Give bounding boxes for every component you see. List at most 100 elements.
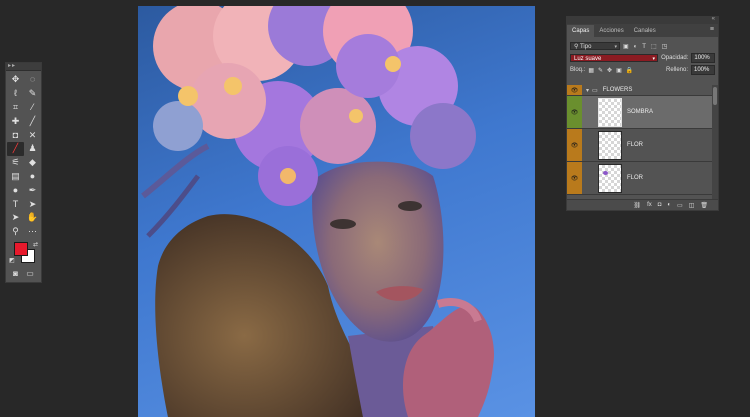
ellipse-marquee-tool-icon[interactable]: ◌ xyxy=(24,73,41,87)
layer-filter-dropdown[interactable]: ⚲ Tipo ▾ xyxy=(570,42,620,50)
opacity-label: Opacidad: xyxy=(661,55,689,61)
extra-tools-icon[interactable]: ⋯ xyxy=(24,225,41,239)
layer-thumbnail xyxy=(598,97,622,127)
lasso-tool-icon[interactable]: ℓ xyxy=(7,87,24,101)
lock-icons: ▦ ✎ ✥ ▣ 🔒 xyxy=(588,67,637,74)
type-filter-icon[interactable]: T xyxy=(642,44,646,50)
portrait-photo xyxy=(141,6,494,417)
history-brush-tool-icon[interactable]: ⚟ xyxy=(7,156,24,170)
lock-position-icon[interactable]: ✥ xyxy=(607,68,612,74)
tab-canales[interactable]: Canales xyxy=(629,25,661,37)
type-tool-glyph: T xyxy=(12,198,19,209)
quick-selection-tool-glyph: ✎ xyxy=(28,88,37,99)
brush-tool-glyph: ╱ xyxy=(12,143,19,154)
color-swatches: ⇄ ◩ xyxy=(6,241,41,267)
default-colors-icon[interactable]: ◩ xyxy=(9,257,15,264)
panel-title-bar[interactable]: « xyxy=(567,16,718,24)
dodge-tool-icon[interactable]: ● xyxy=(7,183,24,197)
tools-panel-header[interactable]: ▸▸ xyxy=(6,63,41,71)
pen-tool-icon[interactable]: ✒ xyxy=(24,183,41,197)
blur-tool-glyph: ● xyxy=(29,170,36,181)
tab-acciones[interactable]: Acciones xyxy=(594,25,628,37)
swap-colors-icon[interactable]: ⇄ xyxy=(33,241,38,248)
layer-thumbnail xyxy=(598,163,622,193)
document-canvas[interactable] xyxy=(138,6,535,417)
lasso-tool-glyph: ℓ xyxy=(14,88,17,99)
panel-tabs: Capas Acciones Canales ≡ xyxy=(567,24,718,37)
layer-row-flor[interactable]: 👁 FLOR xyxy=(567,129,713,162)
crop-tool-icon[interactable]: ⌗ xyxy=(7,101,24,115)
smart-object-filter-icon[interactable]: ◳ xyxy=(662,44,668,50)
eraser-tool-glyph: ◆ xyxy=(29,157,36,168)
content-aware-move-tool-icon[interactable]: ✕ xyxy=(24,128,41,142)
pixel-filter-icon[interactable]: ▣ xyxy=(623,44,629,50)
path-selection-tool-glyph: ➤ xyxy=(28,198,37,209)
screen-mode-icon[interactable]: ▭ xyxy=(26,269,34,278)
foreground-color-swatch[interactable] xyxy=(14,241,28,256)
ruler-tool-icon[interactable]: ╱ xyxy=(24,114,41,128)
visibility-eye-icon[interactable]: 👁 xyxy=(567,85,582,95)
lock-transparency-icon[interactable]: ▦ xyxy=(588,68,594,74)
layer-row-flor-2[interactable]: 👁 FLOR xyxy=(567,162,713,195)
quick-mask-icon[interactable]: ◙ xyxy=(13,269,18,278)
eraser-tool-icon[interactable]: ◆ xyxy=(24,156,41,170)
brush-tool-icon[interactable]: ╱ xyxy=(7,141,24,156)
add-mask-icon[interactable]: ◘ xyxy=(658,202,662,208)
scrollbar-thumb[interactable] xyxy=(713,87,717,105)
hand-tool-glyph: ✋ xyxy=(26,212,39,223)
collapse-icon[interactable]: « xyxy=(712,16,715,22)
zoom-tool-icon[interactable]: ⚲ xyxy=(7,225,24,239)
quick-selection-tool-icon[interactable]: ✎ xyxy=(24,87,41,101)
dodge-tool-glyph: ● xyxy=(12,184,19,195)
chevron-down-icon[interactable]: ▾ xyxy=(586,87,589,94)
opacity-input[interactable]: 100% xyxy=(691,53,715,63)
layer-name: SOMBRA xyxy=(627,109,654,115)
lock-pixels-icon[interactable]: ✎ xyxy=(598,68,603,74)
trash-icon[interactable]: 🗑 xyxy=(700,202,708,209)
move-tool-glyph: ✥ xyxy=(11,74,20,85)
blend-mode-value: Luz suave xyxy=(574,56,602,62)
blend-mode-dropdown[interactable]: Luz suave ▾ xyxy=(570,54,659,62)
layer-name: FLOR xyxy=(627,175,644,181)
history-brush-tool-glyph: ⚟ xyxy=(11,157,20,168)
new-layer-icon[interactable]: ◫ xyxy=(689,202,695,209)
clone-stamp-tool-icon[interactable]: ♟ xyxy=(24,142,41,156)
adjustment-layer-icon[interactable]: ◐ xyxy=(667,202,671,208)
layer-group-flowers[interactable]: 👁 ▾ ▭ FLOWERS xyxy=(567,85,713,96)
blur-tool-icon[interactable]: ● xyxy=(24,170,41,184)
left-eye xyxy=(330,219,356,229)
shape-filter-icon[interactable]: ⬚ xyxy=(651,44,657,50)
filter-label: Tipo xyxy=(579,44,592,50)
adjustment-filter-icon[interactable]: ◐ xyxy=(634,44,638,50)
link-layers-icon[interactable]: ⛓ xyxy=(633,202,641,209)
gradient-tool-icon[interactable]: ▤ xyxy=(7,170,24,184)
spot-healing-brush-tool-icon[interactable]: ✚ xyxy=(7,114,24,128)
type-tool-icon[interactable]: T xyxy=(7,197,24,211)
eyedropper-tool-icon[interactable]: ⁄ xyxy=(24,101,41,115)
layers-scrollbar[interactable] xyxy=(712,85,718,201)
lock-all-icon[interactable]: 🔒 xyxy=(626,68,633,74)
hand-tool-icon[interactable]: ✋ xyxy=(24,211,41,225)
new-group-icon[interactable]: ▭ xyxy=(677,202,683,209)
patch-tool-icon[interactable]: ◘ xyxy=(7,128,24,142)
direct-selection-tool-icon[interactable]: ➤ xyxy=(7,211,24,225)
fill-label: Relleno: xyxy=(665,67,688,73)
chevron-down-icon: ▾ xyxy=(614,44,617,50)
fx-icon[interactable]: fx xyxy=(647,202,652,208)
panel-menu-icon[interactable]: ≡ xyxy=(710,26,714,33)
layer-row-sombra[interactable]: 👁 SOMBRA xyxy=(567,96,713,129)
lock-artboard-icon[interactable]: ▣ xyxy=(616,68,622,74)
filter-icons: ▣ ◐ T ⬚ ◳ xyxy=(623,43,672,50)
ruler-tool-glyph: ╱ xyxy=(29,115,36,126)
visibility-eye-icon[interactable]: 👁 xyxy=(567,129,582,161)
layer-thumbnail xyxy=(598,130,622,160)
move-tool-icon[interactable]: ✥ xyxy=(7,73,24,87)
path-selection-tool-icon[interactable]: ➤ xyxy=(24,197,41,211)
visibility-eye-icon[interactable]: 👁 xyxy=(567,96,582,128)
pen-tool-glyph: ✒ xyxy=(28,184,37,195)
visibility-eye-icon[interactable]: 👁 xyxy=(567,162,582,194)
fill-input[interactable]: 100% xyxy=(691,65,715,75)
zoom-tool-glyph: ⚲ xyxy=(12,226,19,237)
tab-capas[interactable]: Capas xyxy=(567,25,595,37)
extra-tools-glyph: ⋯ xyxy=(28,226,37,237)
